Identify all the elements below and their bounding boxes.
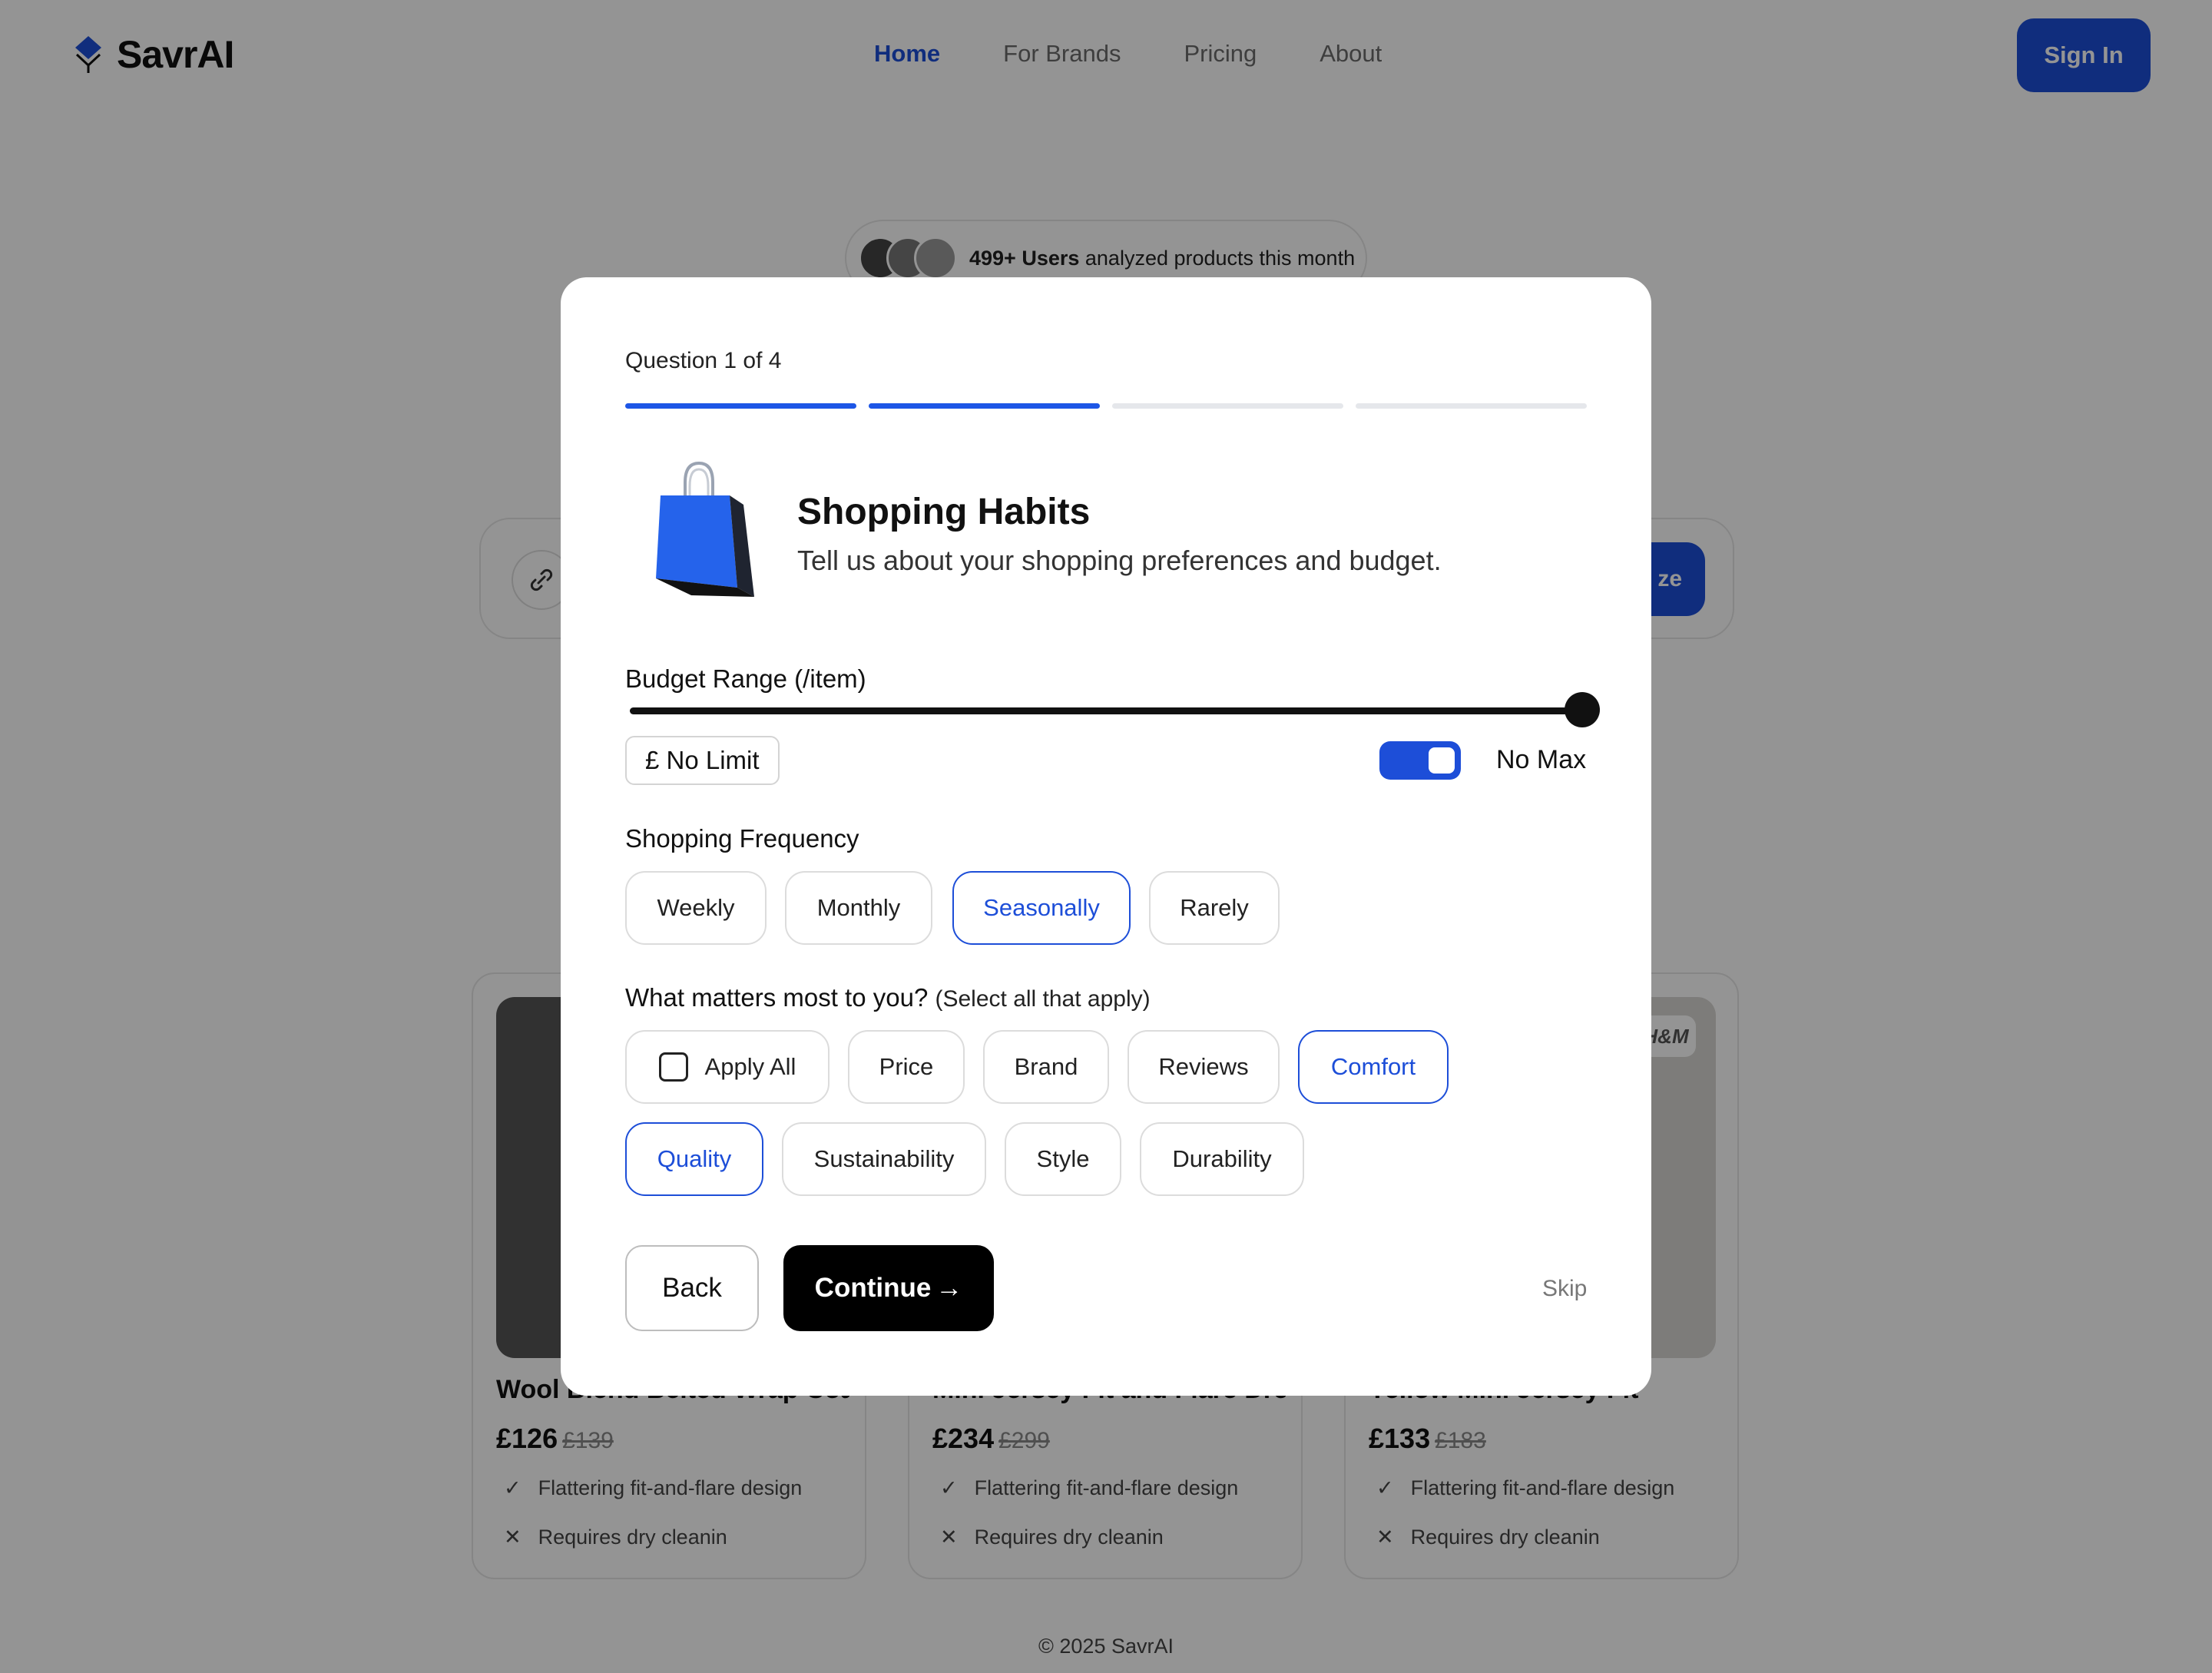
matters-comfort[interactable]: Comfort (1298, 1030, 1449, 1104)
progress-step (1356, 403, 1587, 409)
checkbox-icon (658, 1052, 688, 1082)
progress-step (869, 403, 1100, 409)
matters-quality[interactable]: Quality (625, 1122, 763, 1196)
skip-link[interactable]: Skip (1542, 1276, 1587, 1302)
onboarding-modal: Question 1 of 4 Shopping Habits Tell us … (561, 277, 1651, 1396)
matters-style[interactable]: Style (1005, 1122, 1121, 1196)
freq-monthly[interactable]: Monthly (785, 871, 932, 945)
matters-brand[interactable]: Brand (983, 1030, 1109, 1104)
matters-question: What matters most to you? (625, 983, 929, 1012)
section-title: Shopping Habits (797, 492, 1091, 532)
matters-hint: (Select all that apply) (935, 986, 1151, 1012)
section-subtitle: Tell us about your shopping preferences … (797, 545, 1442, 576)
matters-label: What matters most to you? (Select all th… (625, 983, 1151, 1012)
freq-weekly[interactable]: Weekly (625, 871, 767, 945)
question-counter: Question 1 of 4 (625, 348, 782, 373)
apply-all-checkbox[interactable]: Apply All (625, 1030, 830, 1104)
freq-rarely[interactable]: Rarely (1149, 871, 1280, 945)
continue-label: Continue (814, 1273, 932, 1303)
matters-sustainability[interactable]: Sustainability (782, 1122, 986, 1196)
budget-slider[interactable] (630, 692, 1600, 727)
no-max-toggle[interactable] (1379, 741, 1461, 780)
matters-price[interactable]: Price (848, 1030, 965, 1104)
progress-step (1112, 403, 1343, 409)
matters-reviews[interactable]: Reviews (1128, 1030, 1280, 1104)
shopping-bag-icon (656, 461, 754, 597)
frequency-label: Shopping Frequency (625, 824, 859, 853)
progress-step (625, 403, 856, 409)
progress-steps (625, 403, 1587, 409)
matters-durability[interactable]: Durability (1140, 1122, 1304, 1196)
freq-seasonally[interactable]: Seasonally (952, 871, 1131, 945)
apply-all-label: Apply All (704, 1053, 796, 1080)
budget-label: Budget Range (/item) (625, 664, 866, 693)
toggle-knob (1429, 747, 1455, 774)
no-max-label: No Max (1496, 745, 1587, 774)
slider-fill (630, 707, 1582, 714)
budget-value-field[interactable]: £ No Limit (625, 736, 780, 785)
continue-button[interactable]: Continue → (783, 1245, 994, 1331)
back-button[interactable]: Back (625, 1245, 759, 1331)
arrow-right-icon: → (935, 1273, 963, 1303)
slider-thumb[interactable] (1565, 692, 1600, 727)
